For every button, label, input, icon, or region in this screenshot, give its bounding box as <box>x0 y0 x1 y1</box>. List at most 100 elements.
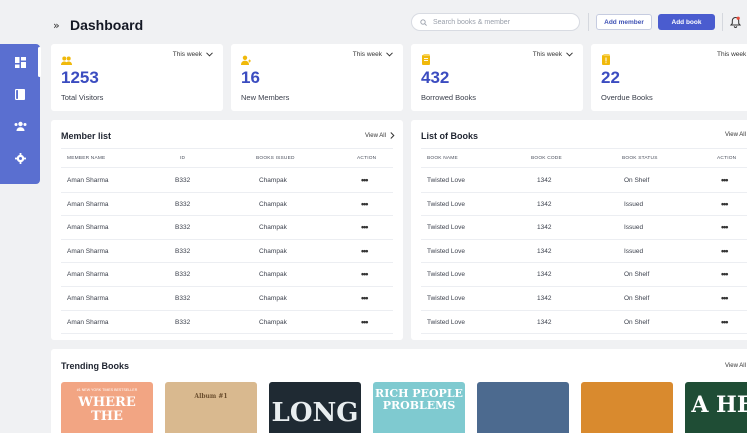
book-cover[interactable] <box>477 382 569 433</box>
stat-label: Overdue Books <box>601 93 653 102</box>
member-id: B332 <box>175 318 191 326</box>
book-name: Twisted Love <box>427 271 465 279</box>
trending-books-panel: Trending Books View All #1 NEW YORK TIME… <box>51 349 747 433</box>
more-actions-icon[interactable]: ••• <box>721 246 729 256</box>
book-code: 1342 <box>537 318 552 326</box>
book-cover[interactable]: RICH PEOPLE PROBLEMS <box>373 382 465 433</box>
table-row: Twisted Love 1342 Issued ••• <box>421 216 747 240</box>
book-code: 1342 <box>537 247 552 255</box>
member-name: Aman Sharma <box>67 295 109 302</box>
column-header: ACTION <box>717 156 737 161</box>
search-icon <box>420 18 427 26</box>
table-row: Twisted Love 1342 Issued ••• <box>421 193 747 217</box>
table-header: MEMBER NAME ID BOOKS ISSUED ACTION <box>61 148 393 168</box>
cover-title: RICH PEOPLE PROBLEMS <box>375 387 463 412</box>
sidebar-item-dashboard[interactable] <box>12 56 28 68</box>
top-bar: » Dashboard Search books & member Add me… <box>0 0 747 44</box>
stat-value: 16 <box>241 68 260 87</box>
book-cover[interactable]: A HEA <box>685 382 747 433</box>
panel-title: Trending Books <box>61 361 130 371</box>
column-header: BOOK NAME <box>427 156 458 161</box>
book-icon <box>15 88 25 100</box>
view-all-books-link[interactable]: View All <box>725 132 746 138</box>
more-actions-icon[interactable]: ••• <box>721 317 729 327</box>
chevron-down-icon <box>386 52 393 57</box>
member-id: B332 <box>175 224 191 232</box>
book-cover[interactable] <box>581 382 673 433</box>
book-code: 1342 <box>537 224 552 232</box>
book-status: On Shelf <box>624 295 650 302</box>
table-row: Aman Sharma B332 Champak ••• <box>61 216 393 240</box>
divider <box>588 13 589 31</box>
books-issued: Champak <box>259 224 287 232</box>
stat-value: 22 <box>601 68 620 87</box>
add-book-button[interactable]: Add book <box>658 14 715 30</box>
stat-card-total-visitors: This week 1253 Total Visitors <box>51 44 223 111</box>
more-actions-icon[interactable]: ••• <box>361 246 369 256</box>
books-issued: Champak <box>259 247 287 255</box>
more-actions-icon[interactable]: ••• <box>721 199 729 209</box>
stat-label: New Members <box>241 93 290 102</box>
more-actions-icon[interactable]: ••• <box>361 293 369 303</box>
book-name: Twisted Love <box>427 200 465 208</box>
more-actions-icon[interactable]: ••• <box>361 317 369 327</box>
book-cover[interactable]: #1 NEW YORK TIMES BESTSELLER WHERE THE <box>61 382 153 433</box>
cover-title: Album #1 <box>194 393 228 400</box>
member-id: B332 <box>175 271 191 279</box>
period-dropdown[interactable]: This week <box>533 51 573 58</box>
period-dropdown[interactable]: This week <box>173 51 213 58</box>
book-code: 1342 <box>537 271 552 279</box>
sidebar <box>0 44 40 184</box>
book-status: On Shelf <box>624 177 650 184</box>
member-name: Aman Sharma <box>67 318 109 326</box>
sidebar-item-settings[interactable] <box>12 152 28 164</box>
panel-title: List of Books <box>421 131 479 141</box>
stat-card-borrowed-books: This week 432 Borrowed Books <box>411 44 583 111</box>
table-row: Aman Sharma B332 Champak ••• <box>61 240 393 264</box>
book-status: Issued <box>624 200 644 208</box>
notification-button[interactable] <box>729 15 742 33</box>
expand-sidebar-icon[interactable]: » <box>53 19 60 32</box>
cover-title: A HEA <box>691 392 747 418</box>
period-dropdown[interactable]: This week <box>717 51 747 58</box>
books-issued: Champak <box>259 318 287 326</box>
view-all-members-link[interactable]: View All <box>365 132 395 139</box>
book-name: Twisted Love <box>427 318 465 326</box>
more-actions-icon[interactable]: ••• <box>361 199 369 209</box>
add-member-button[interactable]: Add member <box>596 14 652 30</box>
panel-title: Member list <box>61 131 112 141</box>
view-all-trending-link[interactable]: View All <box>725 363 746 369</box>
more-actions-icon[interactable]: ••• <box>721 293 729 303</box>
stat-value: 432 <box>421 68 450 87</box>
book-name: Twisted Love <box>427 247 465 255</box>
search-input[interactable]: Search books & member <box>411 13 580 31</box>
book-cover[interactable]: LONG <box>269 382 361 433</box>
books-issued: Champak <box>259 177 287 184</box>
more-actions-icon[interactable]: ••• <box>361 175 369 185</box>
column-header: BOOK CODE <box>531 156 562 161</box>
cover-tagline: #1 NEW YORK TIMES BESTSELLER <box>76 388 138 392</box>
stat-card-new-members: This week 16 New Members <box>231 44 403 111</box>
cover-title: LONG <box>271 398 359 428</box>
book-cover[interactable]: Album #1 <box>165 382 257 433</box>
sidebar-item-books[interactable] <box>12 88 28 100</box>
more-actions-icon[interactable]: ••• <box>721 175 729 185</box>
table-row: Twisted Love 1342 On Shelf ••• <box>421 263 747 287</box>
book-name: Twisted Love <box>427 295 465 302</box>
page-title: Dashboard <box>70 17 144 33</box>
more-actions-icon[interactable]: ••• <box>721 222 729 232</box>
sidebar-item-members[interactable] <box>12 120 28 132</box>
more-actions-icon[interactable]: ••• <box>721 269 729 279</box>
more-actions-icon[interactable]: ••• <box>361 222 369 232</box>
period-dropdown[interactable]: This week <box>353 51 393 58</box>
book-code: 1342 <box>537 295 552 302</box>
member-name: Aman Sharma <box>67 224 109 232</box>
books-issued: Champak <box>259 271 287 279</box>
books-issued: Champak <box>259 295 287 302</box>
book-code: 1342 <box>537 177 552 184</box>
member-id: B332 <box>175 247 191 255</box>
member-list-panel: Member list View All MEMBER NAME ID BOOK… <box>51 120 403 340</box>
book-name: Twisted Love <box>427 224 465 232</box>
more-actions-icon[interactable]: ••• <box>361 269 369 279</box>
members-icon <box>14 121 26 131</box>
